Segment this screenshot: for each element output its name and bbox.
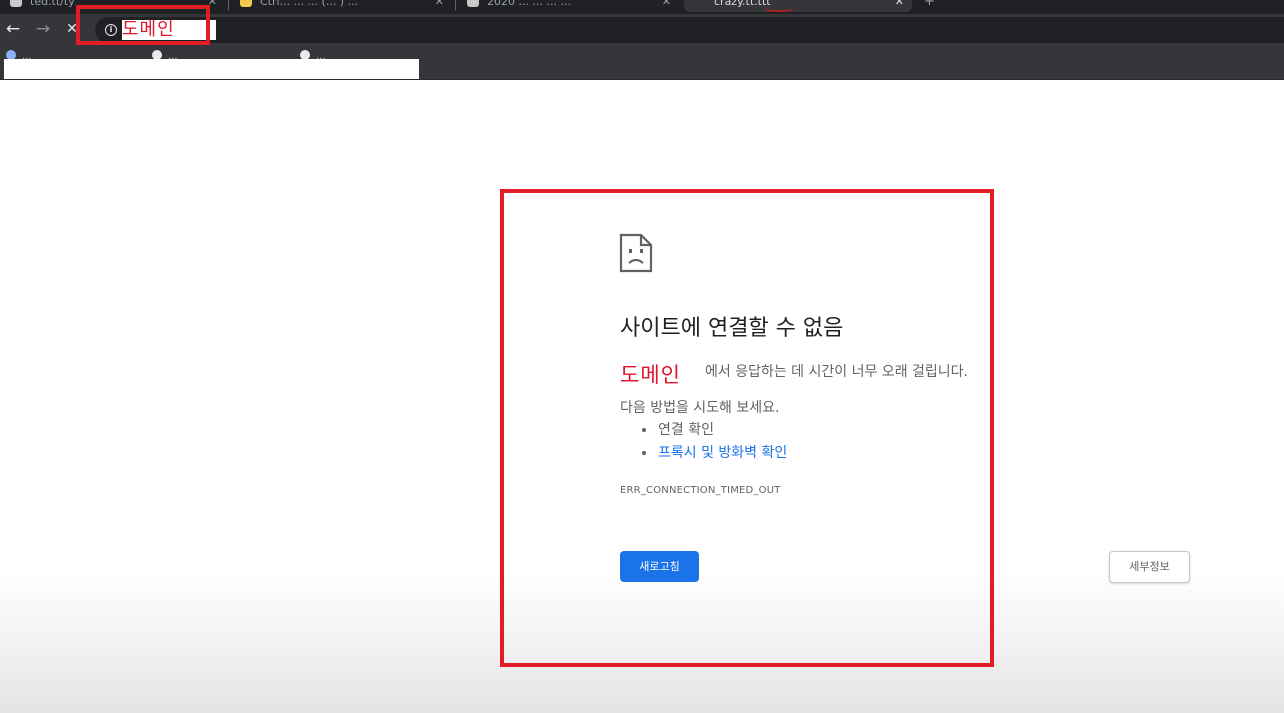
error-title: 사이트에 연결할 수 없음 [620, 316, 844, 341]
sad-page-icon [619, 233, 653, 273]
tab-label: ted.tt/ty [30, 0, 75, 8]
reload-button[interactable]: 새로고침 [620, 551, 699, 582]
bullet-icon [642, 451, 646, 455]
suggestions-list: 연결 확인 프록시 및 방화벽 확인 [640, 420, 787, 466]
close-icon[interactable]: ✕ [435, 0, 444, 12]
address-bar[interactable]: i 도메인 [95, 17, 1284, 43]
tab-label: crazy.tt.ttt [714, 0, 771, 8]
tab-label: 2020 ... ... ... ... [487, 0, 571, 8]
tab-divider [228, 0, 229, 10]
suggestion-check-proxy-link[interactable]: 프록시 및 방화벽 확인 [658, 445, 787, 461]
details-button[interactable]: 세부정보 [1109, 551, 1190, 583]
tab-loading-indicator [764, 6, 794, 12]
bookmarks-redaction [4, 59, 419, 79]
address-annotation-box [76, 5, 210, 45]
suggestion-item: 프록시 및 방화벽 확인 [640, 443, 787, 466]
error-description: 에서 응답하는 데 시간이 너무 오래 걸립니다. [705, 364, 968, 380]
close-icon[interactable]: ✕ [662, 0, 671, 12]
page-icon [467, 0, 479, 7]
new-tab-icon[interactable]: + [924, 0, 935, 9]
browser-tab[interactable]: 2020 ... ... ... ... ✕ [457, 0, 679, 12]
yellow-site-icon [240, 0, 252, 7]
domain-label: 도메인 [620, 363, 681, 387]
bookmarks-bar: ... ... ... [0, 44, 1284, 80]
page-icon [10, 0, 22, 7]
back-arrow-icon[interactable]: ← [2, 18, 24, 40]
tab-label: Ctrl... ... ... (... ) ... [260, 0, 359, 8]
suggestion-check-connection: 연결 확인 [658, 422, 714, 438]
suggestions-heading: 다음 방법을 시도해 보세요. [620, 400, 780, 416]
close-icon[interactable]: ✕ [895, 0, 904, 12]
browser-tab-active[interactable]: crazy.tt.ttt ✕ [684, 0, 912, 12]
tab-divider [455, 0, 456, 10]
bullet-icon [642, 428, 646, 432]
error-code: ERR_CONNECTION_TIMED_OUT [620, 485, 781, 496]
suggestion-item: 연결 확인 [640, 420, 787, 443]
browser-tab[interactable]: Ctrl... ... ... (... ) ... ✕ [230, 0, 452, 12]
forward-arrow-icon[interactable]: → [32, 18, 54, 40]
